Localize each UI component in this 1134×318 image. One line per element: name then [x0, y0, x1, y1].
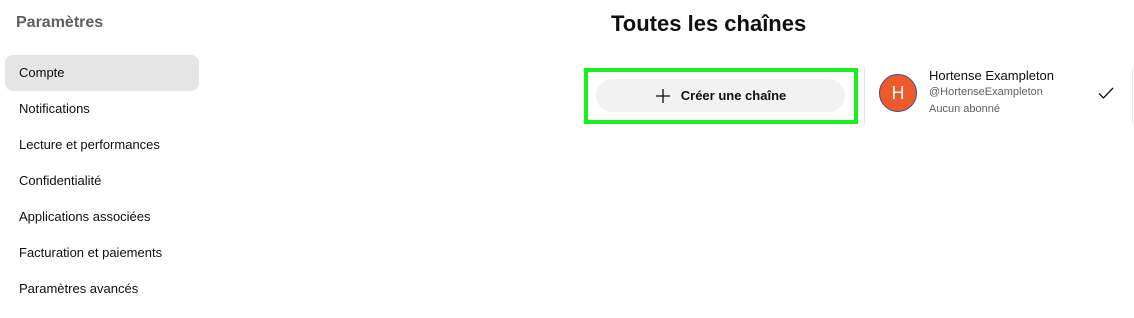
- avatar: H: [879, 74, 917, 112]
- sidebar-item-parametres-avances[interactable]: Paramètres avancés: [5, 271, 199, 307]
- sidebar-item-lecture[interactable]: Lecture et performances: [5, 127, 199, 163]
- sidebar-item-confidentialite[interactable]: Confidentialité: [5, 163, 199, 199]
- create-channel-button[interactable]: Créer une chaîne: [596, 79, 845, 112]
- create-channel-label: Créer une chaîne: [680, 88, 787, 103]
- channel-subscribers: Aucun abonné: [929, 103, 1000, 115]
- sidebar-title: Paramètres: [16, 14, 104, 31]
- page-title: Toutes les chaînes: [611, 11, 807, 36]
- plus-icon: [655, 88, 670, 103]
- divider: [1132, 68, 1133, 124]
- sidebar-item-notifications[interactable]: Notifications: [5, 91, 199, 127]
- channel-handle: @HortenseExampleton: [929, 86, 1043, 98]
- channel-name: Hortense Exampleton: [929, 68, 1055, 83]
- divider: [864, 68, 865, 124]
- settings-page: Paramètres Compte Notifications Lecture …: [0, 0, 1134, 318]
- sidebar: Paramètres Compte Notifications Lecture …: [0, 0, 210, 318]
- sidebar-item-facturation[interactable]: Facturation et paiements: [5, 235, 199, 271]
- sidebar-nav: Compte Notifications Lecture et performa…: [5, 55, 199, 307]
- sidebar-item-compte[interactable]: Compte: [5, 55, 199, 91]
- channel-card[interactable]: H Hortense Exampleton @HortenseExampleto…: [866, 60, 1132, 130]
- check-icon: [1098, 87, 1114, 99]
- sidebar-item-applications[interactable]: Applications associées: [5, 199, 199, 235]
